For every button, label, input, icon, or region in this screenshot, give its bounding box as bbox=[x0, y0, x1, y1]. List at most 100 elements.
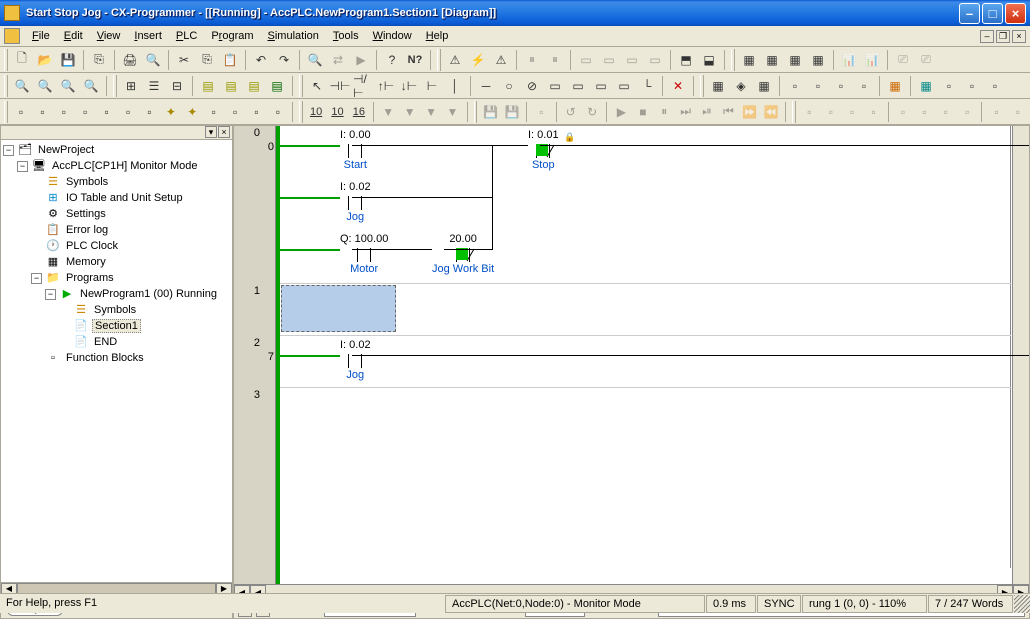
win2-button[interactable]: ▫ bbox=[807, 75, 829, 97]
tree-errorlog[interactable]: 📋Error log bbox=[3, 222, 230, 238]
toolbar-grip[interactable] bbox=[731, 49, 735, 71]
radix-16[interactable]: 16 bbox=[349, 101, 369, 123]
new-button[interactable]: 🗋 bbox=[11, 49, 33, 71]
tree-settings[interactable]: ⚙Settings bbox=[3, 206, 230, 222]
tree-section1[interactable]: 📄Section1 bbox=[3, 318, 230, 334]
conn-button[interactable]: └ bbox=[636, 75, 658, 97]
transfer1-button[interactable]: ⬒ bbox=[675, 49, 697, 71]
online-edit-button[interactable]: ⚡ bbox=[467, 49, 489, 71]
copy-button[interactable]: ⎘ bbox=[196, 49, 218, 71]
mdi-system-icon[interactable] bbox=[4, 28, 20, 44]
mon3-button[interactable]: ▦ bbox=[753, 75, 775, 97]
e5[interactable]: ▫ bbox=[893, 101, 913, 123]
step2-button[interactable]: ⏯ bbox=[697, 101, 717, 123]
props-button[interactable]: ⊟ bbox=[166, 75, 188, 97]
toolbar-grip[interactable] bbox=[474, 101, 478, 123]
no-contact-button[interactable]: ⊣⊢ bbox=[329, 75, 351, 97]
toolbar-grip[interactable] bbox=[299, 75, 303, 97]
contact-stop[interactable]: I: 0.01 Stop bbox=[528, 129, 559, 173]
mon2-button[interactable]: 📊 bbox=[861, 49, 883, 71]
t3-10[interactable]: ▫ bbox=[204, 101, 224, 123]
addr4-button[interactable]: ▤ bbox=[266, 75, 288, 97]
mon3-button[interactable]: ⎚ bbox=[892, 49, 914, 71]
contact-jog-r2[interactable]: I: 0.02 Jog bbox=[340, 339, 371, 383]
t3-4[interactable]: ▫ bbox=[75, 101, 95, 123]
ladder-editor[interactable]: 0 0 1 2 7 3 I: 0.00 Start bbox=[233, 125, 1030, 601]
func3-button[interactable]: ▭ bbox=[590, 75, 612, 97]
toolbar-grip[interactable] bbox=[4, 49, 8, 71]
about-button[interactable]: ? bbox=[381, 49, 403, 71]
addr2-button[interactable]: ▤ bbox=[220, 75, 242, 97]
tree-plcclock[interactable]: 🕐PLC Clock bbox=[3, 238, 230, 254]
menu-edit[interactable]: Edit bbox=[58, 28, 89, 44]
mdi-restore-button[interactable]: ❐ bbox=[996, 30, 1010, 43]
menu-window[interactable]: Window bbox=[367, 28, 418, 44]
warning2-button[interactable]: ⚠ bbox=[490, 49, 512, 71]
contact-start[interactable]: I: 0.00 Start bbox=[340, 129, 371, 173]
compare-button[interactable]: ⎘ bbox=[88, 49, 110, 71]
e7[interactable]: ▫ bbox=[936, 101, 956, 123]
sim2-button[interactable]: ▫ bbox=[938, 75, 960, 97]
tree-pin-button[interactable]: ▾ bbox=[205, 126, 217, 138]
nc-contact-button[interactable]: ⊣/⊢ bbox=[352, 75, 374, 97]
func2-button[interactable]: ▭ bbox=[567, 75, 589, 97]
mdi-minimize-button[interactable]: – bbox=[980, 30, 994, 43]
zoom-sel-button[interactable]: 🔍 bbox=[80, 75, 102, 97]
tree-root[interactable]: −🗂NewProject bbox=[3, 142, 230, 158]
addr1-button[interactable]: ▤ bbox=[197, 75, 219, 97]
e10[interactable]: ▫ bbox=[1008, 101, 1028, 123]
toolbar-grip[interactable] bbox=[792, 101, 796, 123]
pause3-button[interactable]: ⏸ bbox=[654, 101, 674, 123]
b3[interactable]: ↻ bbox=[582, 101, 602, 123]
toolbar-grip[interactable] bbox=[4, 101, 8, 123]
tree-close-button[interactable]: × bbox=[218, 126, 230, 138]
b2[interactable]: ↺ bbox=[560, 101, 580, 123]
vert-up-button[interactable]: │ bbox=[444, 75, 466, 97]
radix-10s[interactable]: 10 bbox=[327, 101, 347, 123]
radix-10[interactable]: 10 bbox=[306, 101, 326, 123]
t3-9[interactable]: ✦ bbox=[182, 101, 202, 123]
zoom-fit-button[interactable]: 🔍 bbox=[57, 75, 79, 97]
list-button[interactable]: ☰ bbox=[143, 75, 165, 97]
warning-button[interactable]: ⚠ bbox=[444, 49, 466, 71]
pause2-button[interactable]: ⏸ bbox=[544, 49, 566, 71]
find-button[interactable]: 🔍 bbox=[304, 49, 326, 71]
step3-button[interactable]: ⏮ bbox=[718, 101, 738, 123]
project-tree[interactable]: −🗂NewProject −🖥AccPLC[CP1H] Monitor Mode… bbox=[1, 140, 232, 582]
view2-button[interactable]: ▦ bbox=[761, 49, 783, 71]
b1[interactable]: ▫ bbox=[531, 101, 551, 123]
contact-jog[interactable]: I: 0.02 Jog bbox=[340, 181, 371, 225]
menu-simulation[interactable]: Simulation bbox=[262, 28, 325, 44]
close-button[interactable]: × bbox=[1005, 3, 1026, 24]
save2[interactable]: 💾 bbox=[480, 101, 500, 123]
transfer2-button[interactable]: ⬓ bbox=[698, 49, 720, 71]
d2[interactable]: ▼ bbox=[399, 101, 419, 123]
ff-button[interactable]: ⏩ bbox=[740, 101, 760, 123]
e1[interactable]: ▫ bbox=[799, 101, 819, 123]
section2-button[interactable]: ▭ bbox=[598, 49, 620, 71]
toolbar-grip[interactable] bbox=[700, 75, 704, 97]
sim1-button[interactable]: ▦ bbox=[915, 75, 937, 97]
toolbar-grip[interactable] bbox=[437, 49, 441, 71]
coil-button[interactable]: ○ bbox=[498, 75, 520, 97]
sim3-button[interactable]: ▫ bbox=[961, 75, 983, 97]
tree-iotable[interactable]: ⊞IO Table and Unit Setup bbox=[3, 190, 230, 206]
menu-plc[interactable]: PLC bbox=[170, 28, 203, 44]
t3-12[interactable]: ▫ bbox=[246, 101, 266, 123]
menu-file[interactable]: File bbox=[26, 28, 56, 44]
e2[interactable]: ▫ bbox=[821, 101, 841, 123]
tree-plc[interactable]: −🖥AccPLC[CP1H] Monitor Mode bbox=[3, 158, 230, 174]
open-button[interactable]: 📂 bbox=[34, 49, 56, 71]
mon-button[interactable]: ▦ bbox=[707, 75, 729, 97]
falling-button[interactable]: ↓⊢ bbox=[398, 75, 420, 97]
mon2-button[interactable]: ◈ bbox=[730, 75, 752, 97]
e3[interactable]: ▫ bbox=[842, 101, 862, 123]
t3-11[interactable]: ▫ bbox=[225, 101, 245, 123]
resize-grip[interactable] bbox=[1014, 595, 1030, 613]
t3-5[interactable]: ▫ bbox=[96, 101, 116, 123]
view4-button[interactable]: ▦ bbox=[807, 49, 829, 71]
menu-help[interactable]: Help bbox=[420, 28, 455, 44]
ladder-canvas[interactable]: I: 0.00 Start I: 0.01 Stop 🔒 Q: 100.00 bbox=[280, 126, 1011, 584]
section3-button[interactable]: ▭ bbox=[621, 49, 643, 71]
save-button[interactable]: 💾 bbox=[57, 49, 79, 71]
